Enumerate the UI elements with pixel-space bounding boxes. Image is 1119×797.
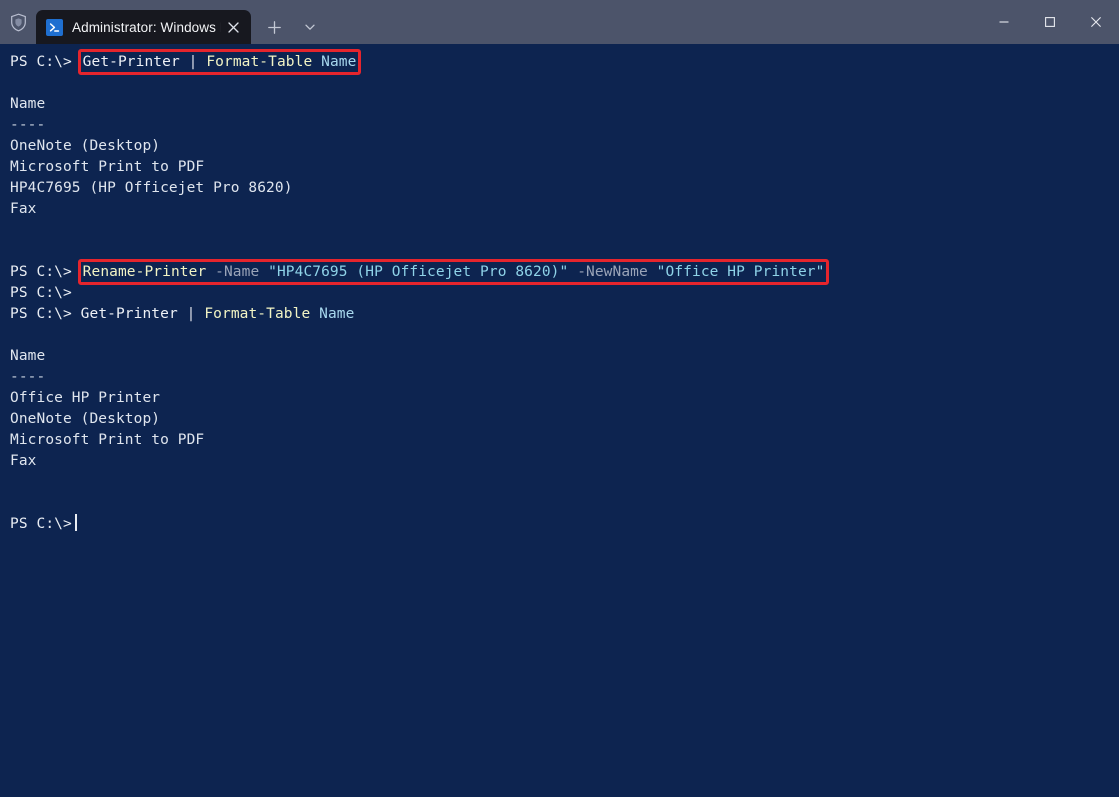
command-token [568, 264, 577, 280]
terminal-prompt-line-active: PS C:\> [10, 514, 1119, 535]
close-button[interactable] [1073, 0, 1119, 44]
output-text: OneNote (Desktop) [10, 138, 161, 154]
command-text: Get-Printer | Format-Table Name [72, 306, 355, 322]
terminal-output-area[interactable]: PS C:\> Get-Printer | Format-Table Name … [0, 44, 1119, 797]
terminal-command-line: PS C:\> Get-Printer | Format-Table Name [10, 49, 1119, 75]
terminal-command-line: PS C:\> Rename-Printer -Name "HP4C7695 (… [10, 259, 1119, 285]
command-token: Rename-Printer [82, 264, 207, 280]
highlight-box: Get-Printer | Format-Table Name [77, 49, 362, 75]
terminal-output-line: OneNote (Desktop) [10, 409, 1119, 430]
terminal-command-line: PS C:\> [10, 283, 1119, 304]
output-text: Microsoft Print to PDF [10, 432, 205, 448]
command-token [197, 54, 206, 70]
command-token: Get-Printer [82, 54, 180, 70]
prompt-text: PS C:\> [10, 264, 72, 280]
terminal-output-line: ---- [10, 367, 1119, 388]
command-token [312, 54, 321, 70]
command-token: Name [321, 54, 357, 70]
window-controls [981, 0, 1119, 44]
terminal-lines: PS C:\> Get-Printer | Format-Table Name … [10, 49, 1119, 535]
command-token: Get-Printer [80, 306, 178, 322]
command-token: Format-Table [206, 54, 313, 70]
output-text: Name [10, 96, 46, 112]
output-text: Name [10, 348, 46, 364]
command-token [648, 264, 657, 280]
command-token [206, 264, 215, 280]
terminal-output-line: ---- [10, 115, 1119, 136]
tab-powershell[interactable]: Administrator: Windows Pow [36, 10, 251, 44]
output-text: HP4C7695 (HP Officejet Pro 8620) [10, 180, 293, 196]
output-text: Office HP Printer [10, 390, 161, 406]
command-token: -NewName [577, 264, 648, 280]
command-token [195, 306, 204, 322]
terminal-output-line: Microsoft Print to PDF [10, 430, 1119, 451]
powershell-icon [46, 18, 63, 36]
terminal-output-line: Office HP Printer [10, 388, 1119, 409]
prompt-text: PS C:\> [10, 285, 72, 301]
terminal-output-line: Name [10, 94, 1119, 115]
command-token [180, 54, 189, 70]
prompt-text: PS C:\> [10, 516, 72, 532]
terminal-output-line: HP4C7695 (HP Officejet Pro 8620) [10, 178, 1119, 199]
terminal-output-line: Microsoft Print to PDF [10, 157, 1119, 178]
command-token: Name [319, 306, 355, 322]
title-bar: Administrator: Windows Pow [0, 0, 1119, 44]
output-text: Fax [10, 201, 37, 217]
terminal-output-line: Fax [10, 199, 1119, 220]
output-text: ---- [10, 369, 46, 385]
highlight-box: Rename-Printer -Name "HP4C7695 (HP Offic… [77, 259, 830, 285]
terminal-output-line: OneNote (Desktop) [10, 136, 1119, 157]
prompt-text: PS C:\> [10, 306, 72, 322]
command-token [259, 264, 268, 280]
tab-title: Administrator: Windows Pow [72, 19, 221, 35]
tab-close-icon[interactable] [221, 15, 245, 39]
command-token [178, 306, 187, 322]
command-token: Format-Table [204, 306, 311, 322]
text-cursor [74, 514, 77, 531]
output-text: OneNote (Desktop) [10, 411, 161, 427]
terminal-output-line: Fax [10, 451, 1119, 472]
command-token: "Office HP Printer" [656, 264, 825, 280]
command-token: "HP4C7695 (HP Officejet Pro 8620)" [268, 264, 569, 280]
command-token [310, 306, 319, 322]
command-token [72, 306, 81, 322]
shield-icon [10, 13, 27, 32]
command-token: -Name [215, 264, 260, 280]
new-tab-button[interactable] [257, 10, 291, 44]
terminal-command-line: PS C:\> Get-Printer | Format-Table Name [10, 304, 1119, 325]
maximize-button[interactable] [1027, 0, 1073, 44]
output-text: Microsoft Print to PDF [10, 159, 205, 175]
minimize-button[interactable] [981, 0, 1027, 44]
tab-dropdown-button[interactable] [293, 10, 327, 44]
output-text: Fax [10, 453, 37, 469]
output-text: ---- [10, 117, 46, 133]
terminal-output-line: Name [10, 346, 1119, 367]
prompt-text: PS C:\> [10, 54, 72, 70]
shield-icon-wrap [0, 0, 36, 44]
